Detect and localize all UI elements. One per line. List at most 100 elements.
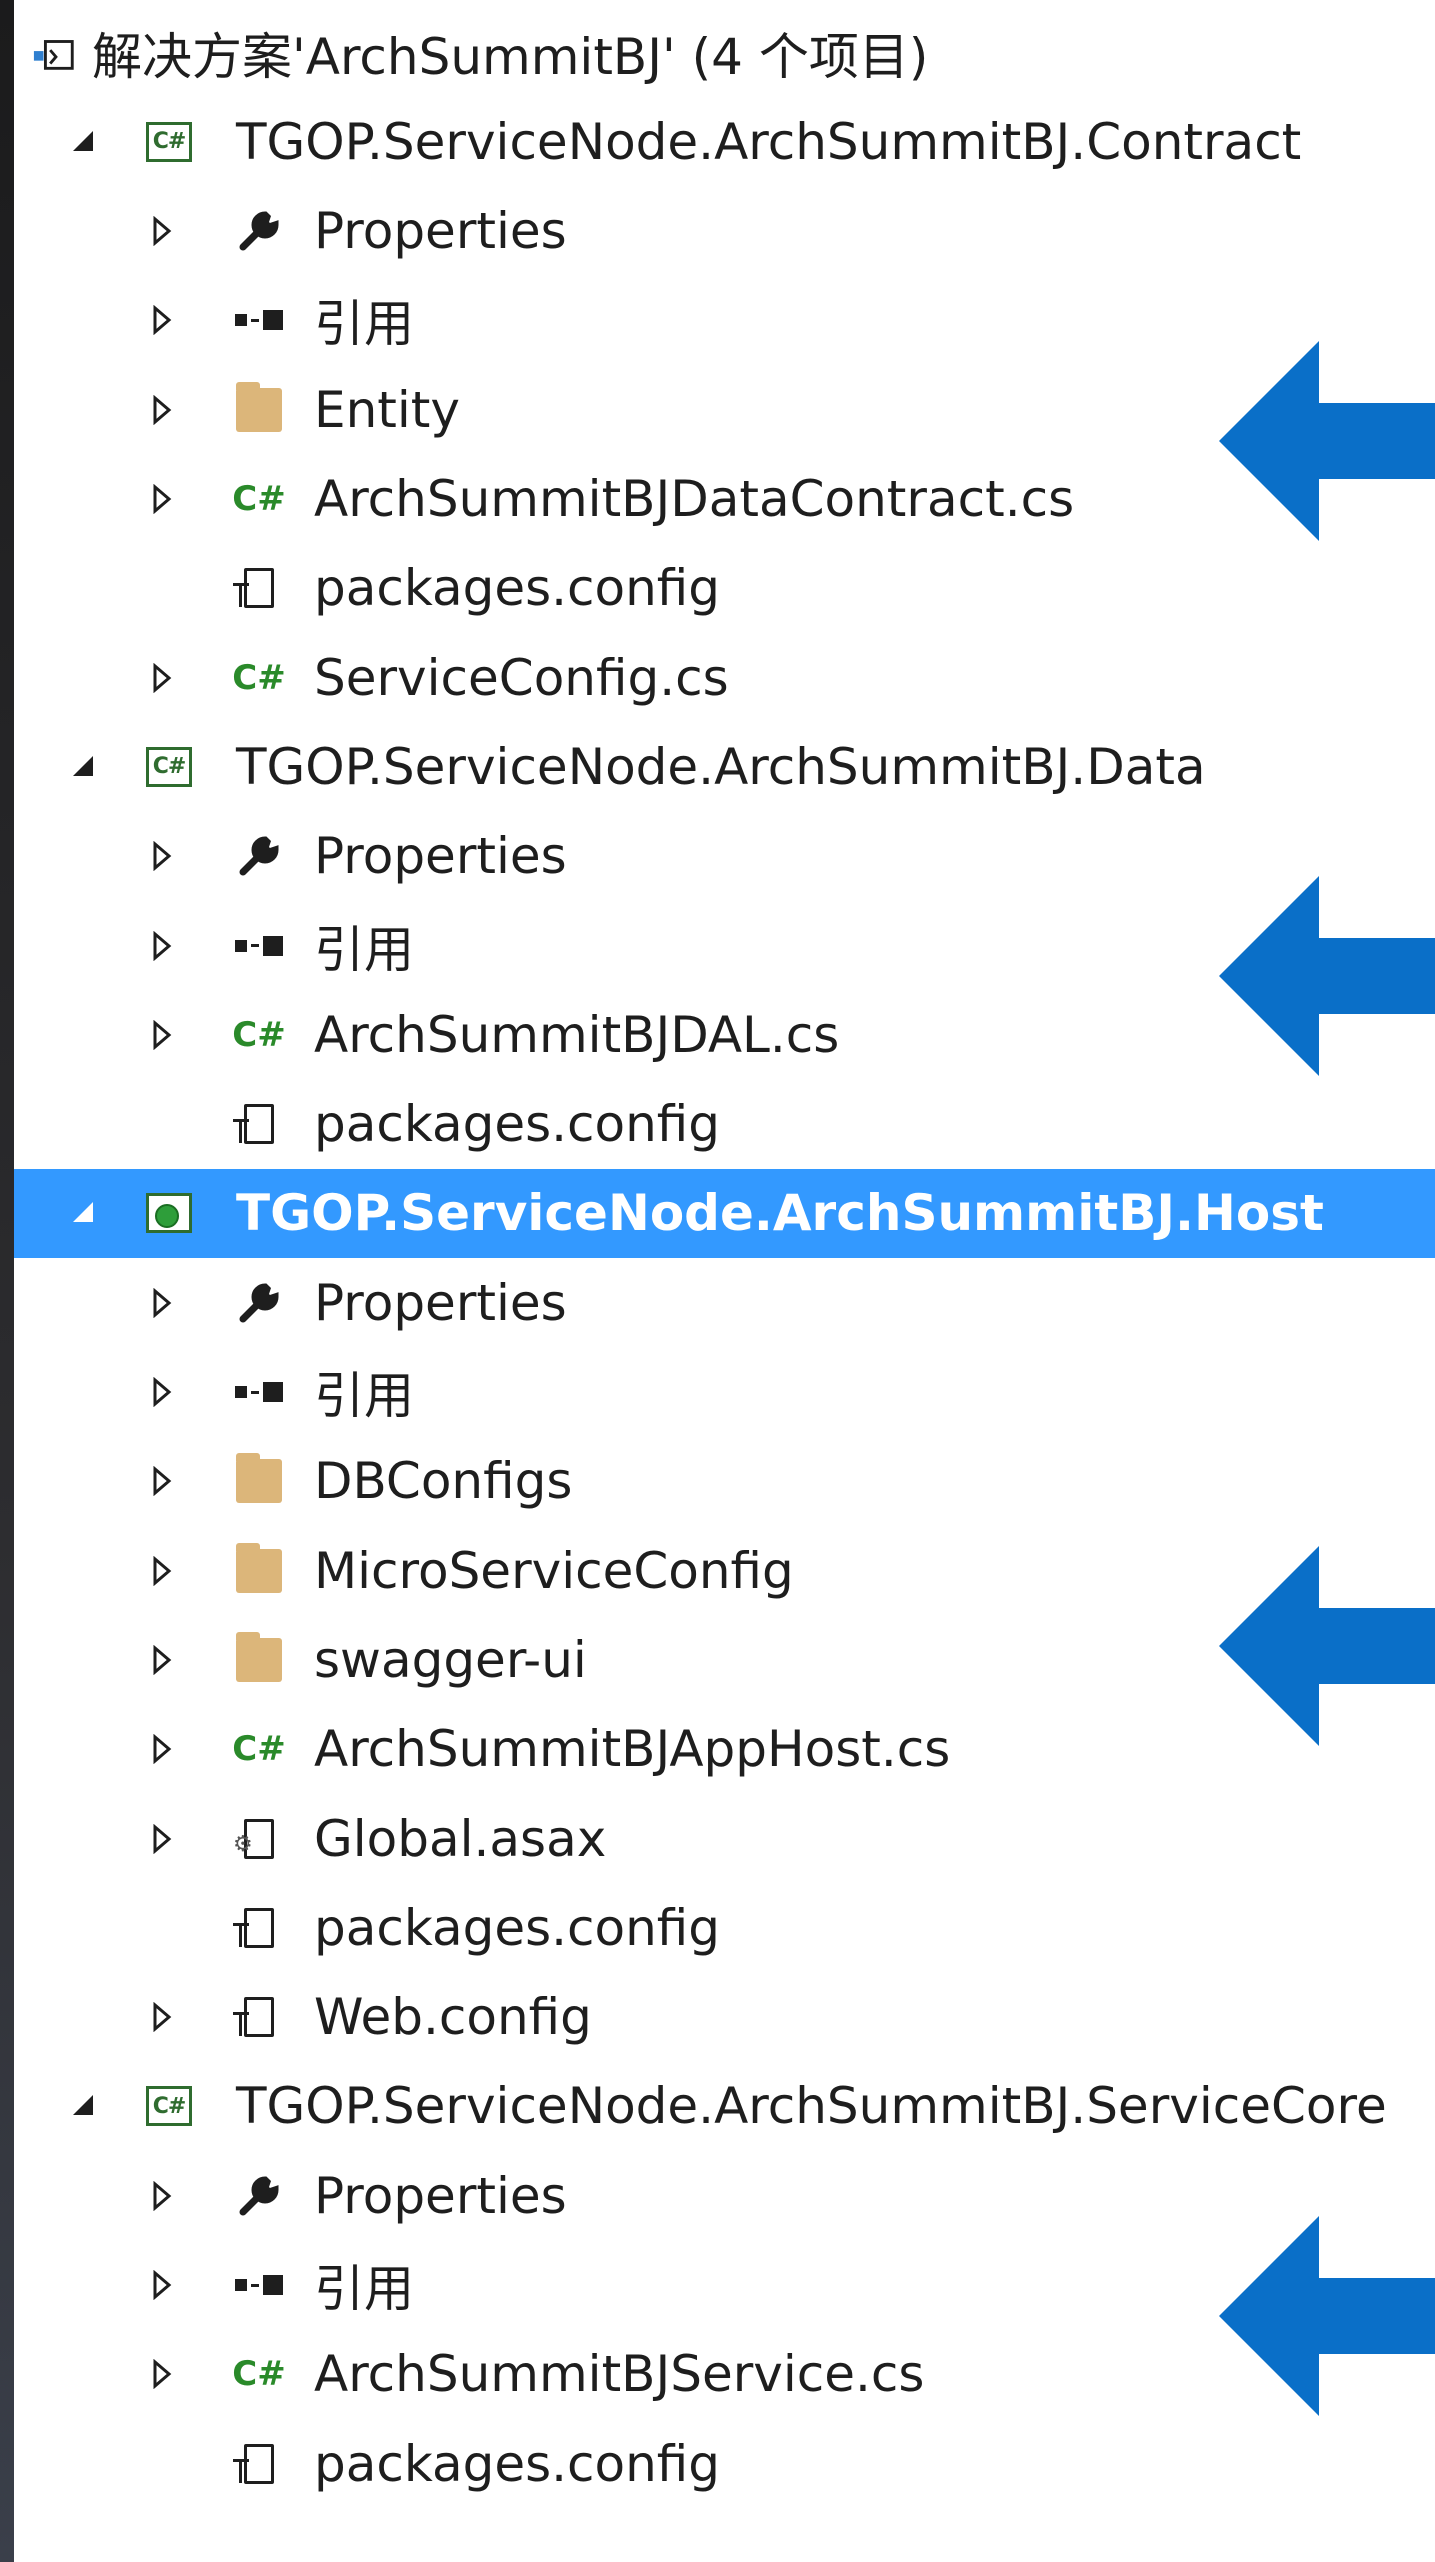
- tree-item[interactable]: packages.config: [14, 1883, 1435, 1972]
- project-label: TGOP.ServiceNode.ArchSummitBJ.Host: [236, 1184, 1324, 1243]
- tree-item[interactable]: Web.config: [14, 1973, 1435, 2062]
- tree-item-label: packages.config: [314, 2434, 721, 2493]
- tree-item-label: Web.config: [314, 1988, 592, 2047]
- wrench-icon: [236, 208, 282, 254]
- csharp-file-icon: C#: [232, 2354, 286, 2395]
- csharp-file-icon: C#: [232, 1729, 286, 1770]
- folder-icon: [236, 381, 282, 433]
- tree-item[interactable]: packages.config: [14, 544, 1435, 633]
- collapse-arrow-icon[interactable]: [64, 2086, 104, 2126]
- solution-label: 解决方案'ArchSummitBJ' (4 个项目): [92, 27, 929, 86]
- expand-arrow-icon[interactable]: [142, 1283, 182, 1323]
- csharp-file-icon: C#: [232, 657, 286, 698]
- expand-arrow-icon[interactable]: [142, 1729, 182, 1769]
- tree-item[interactable]: packages.config: [14, 2419, 1435, 2508]
- expand-arrow-icon[interactable]: [142, 1997, 182, 2037]
- references-icon: [235, 297, 283, 343]
- asax-file-icon: [233, 1816, 282, 1862]
- tree-item-label: 引用: [314, 2260, 414, 2318]
- csharp-file-icon: C#: [232, 1014, 286, 1055]
- folder-icon: [236, 1542, 282, 1594]
- expand-arrow-icon[interactable]: [142, 2176, 182, 2216]
- wrench-icon: [236, 2173, 282, 2219]
- collapse-arrow-icon[interactable]: [64, 747, 104, 787]
- tree-item-label: Properties: [314, 2166, 567, 2225]
- references-icon: [235, 2262, 283, 2308]
- tree-item[interactable]: DBConfigs: [14, 1437, 1435, 1526]
- expand-arrow-icon[interactable]: [142, 1015, 182, 1055]
- expand-arrow-icon[interactable]: [142, 2354, 182, 2394]
- tree-item-label: MicroServiceConfig: [314, 1541, 794, 1600]
- csharp-project-icon: C#: [146, 2083, 192, 2129]
- tree-item-label: 引用: [314, 920, 414, 979]
- project-node[interactable]: C# TGOP.ServiceNode.ArchSummitBJ.Data: [14, 722, 1435, 811]
- tree-item-label: packages.config: [314, 1095, 721, 1154]
- tree-item[interactable]: Properties: [14, 187, 1435, 276]
- tree-item-label: ArchSummitBJDAL.cs: [314, 1005, 840, 1064]
- expand-arrow-icon[interactable]: [142, 1372, 182, 1412]
- tree-item-label: Properties: [314, 1273, 567, 1332]
- tree-item[interactable]: packages.config: [14, 1080, 1435, 1169]
- project-label: TGOP.ServiceNode.ArchSummitBJ.Contract: [236, 112, 1302, 171]
- web-project-icon: [146, 1190, 192, 1236]
- expand-arrow-icon[interactable]: [142, 1551, 182, 1591]
- tree-item-label: 引用: [314, 295, 414, 354]
- tree-item-label: Entity: [314, 380, 460, 439]
- tree-item-label: packages.config: [314, 1898, 721, 1957]
- project-node[interactable]: C# TGOP.ServiceNode.ArchSummitBJ.ServiceC…: [14, 2062, 1435, 2151]
- folder-icon: [236, 1453, 282, 1504]
- project-label: TGOP.ServiceNode.ArchSummitBJ.ServiceCor…: [236, 2077, 1387, 2136]
- left-edge-strip: [0, 0, 14, 2562]
- solution-node[interactable]: 解决方案'ArchSummitBJ' (4 个项目): [14, 8, 1435, 97]
- expand-arrow-icon[interactable]: [142, 1640, 182, 1680]
- expand-arrow-icon[interactable]: [142, 390, 182, 430]
- csharp-project-icon: C#: [146, 119, 192, 165]
- annotation-arrow: [1219, 2215, 1435, 2416]
- annotation-arrow: [1219, 876, 1435, 1077]
- tree-item[interactable]: 引用: [14, 1348, 1435, 1437]
- config-file-icon: [233, 565, 282, 611]
- tree-item[interactable]: C# ServiceConfig.cs: [14, 633, 1435, 722]
- config-file-icon: [233, 1101, 282, 1147]
- csharp-file-icon: C#: [232, 479, 286, 519]
- collapse-arrow-icon[interactable]: [64, 122, 104, 162]
- config-file-icon: [233, 1905, 282, 1951]
- csharp-project-icon: C#: [146, 744, 192, 790]
- wrench-icon: [236, 833, 282, 879]
- tree-item[interactable]: Properties: [14, 1258, 1435, 1347]
- expand-arrow-icon[interactable]: [142, 658, 182, 698]
- tree-item-label: ServiceConfig.cs: [314, 648, 729, 707]
- tree-item-label: Properties: [314, 202, 567, 261]
- expand-arrow-icon[interactable]: [142, 926, 182, 966]
- expand-arrow-icon[interactable]: [142, 479, 182, 519]
- references-icon: [235, 923, 283, 969]
- config-file-icon: [233, 2441, 282, 2487]
- expand-arrow-icon[interactable]: [142, 1461, 182, 1501]
- solution-explorer-tree: 解决方案'ArchSummitBJ' (4 个项目) C# TGOP.Servic…: [14, 0, 1435, 2562]
- config-file-icon: [233, 1994, 282, 2040]
- project-node[interactable]: TGOP.ServiceNode.ArchSummitBJ.Host: [14, 1168, 1435, 1258]
- tree-item-label: Properties: [314, 827, 567, 886]
- tree-item-label: Global.asax: [314, 1809, 607, 1868]
- expand-arrow-icon[interactable]: [142, 211, 182, 251]
- solution-icon: [32, 30, 78, 76]
- expand-arrow-icon[interactable]: [142, 2265, 182, 2305]
- annotation-arrow: [1219, 340, 1435, 541]
- expand-arrow-icon[interactable]: [142, 300, 182, 340]
- expand-arrow-icon[interactable]: [142, 1819, 182, 1859]
- tree-item-label: ArchSummitBJDataContract.cs: [314, 470, 1075, 528]
- tree-item-label: ArchSummitBJService.cs: [314, 2345, 925, 2404]
- expand-arrow-icon[interactable]: [142, 836, 182, 876]
- tree-item-label: 引用: [314, 1367, 414, 1425]
- tree-item-label: swagger-ui: [314, 1630, 587, 1689]
- tree-item-label: DBConfigs: [314, 1452, 573, 1511]
- collapse-arrow-icon[interactable]: [64, 1193, 104, 1233]
- project-node[interactable]: C# TGOP.ServiceNode.ArchSummitBJ.Contract: [14, 97, 1435, 186]
- project-label: TGOP.ServiceNode.ArchSummitBJ.Data: [236, 737, 1206, 796]
- tree-item-label: ArchSummitBJAppHost.cs: [314, 1720, 951, 1779]
- tree-item[interactable]: Global.asax: [14, 1794, 1435, 1883]
- folder-icon: [236, 1631, 282, 1683]
- annotation-arrow: [1219, 1546, 1435, 1747]
- wrench-icon: [236, 1280, 282, 1326]
- references-icon: [235, 1369, 283, 1415]
